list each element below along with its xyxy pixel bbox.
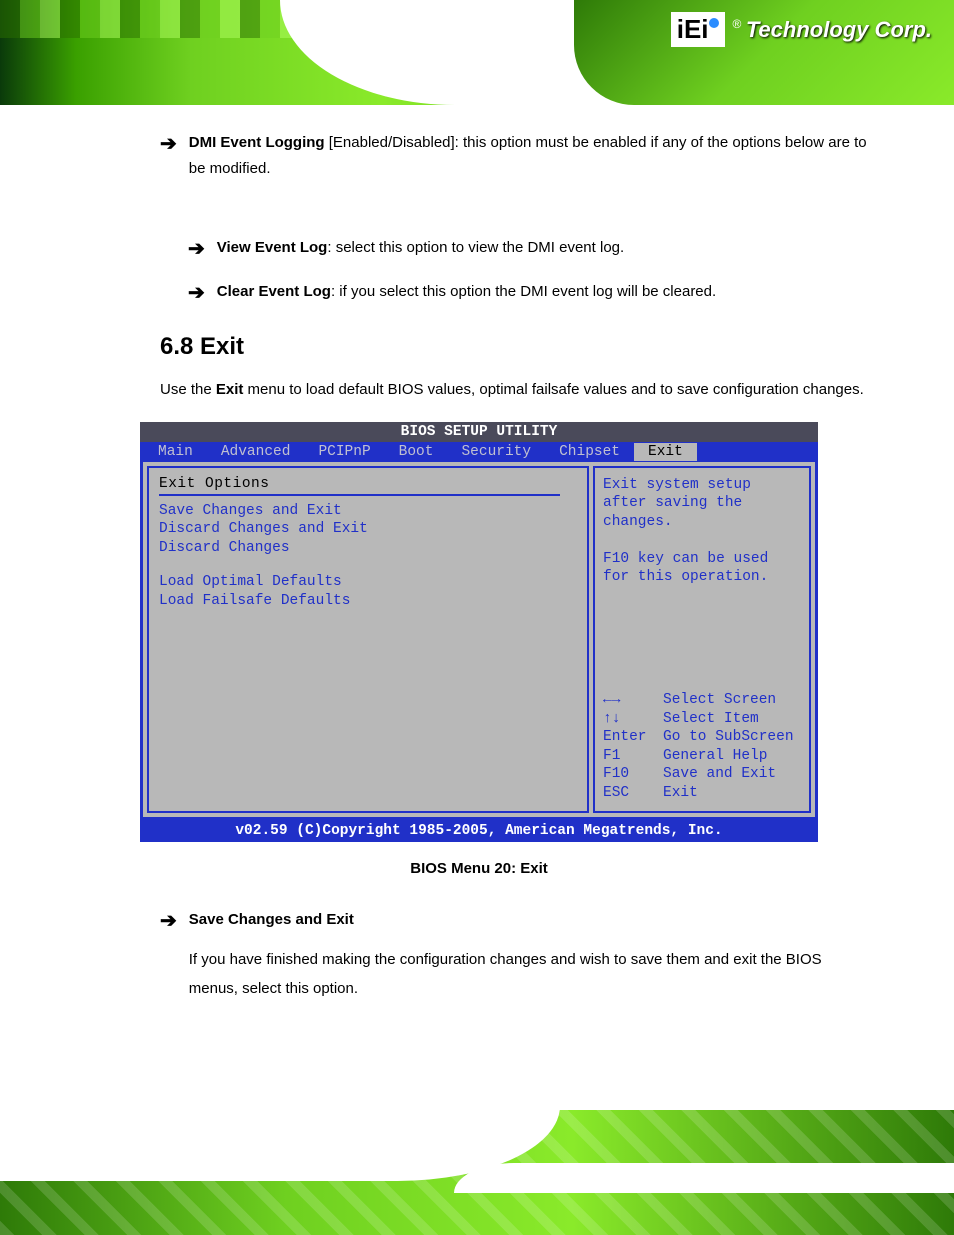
arrow-icon: ➔ [188, 235, 205, 263]
bullet-desc: : if you select this option the DMI even… [331, 283, 716, 300]
bios-body: Exit Options Save Changes and Exit Disca… [140, 462, 818, 820]
bullet-title: Clear Event Log [217, 283, 331, 300]
arrow-icon: ➔ [160, 907, 177, 935]
bios-help-text: Exit system setup after saving the chang… [603, 476, 801, 587]
bullet-desc: If you have finished making the configur… [189, 946, 874, 1003]
bios-nav-help: ←→Select Screen ↑↓Select Item EnterGo to… [603, 691, 801, 802]
brand-name: Technology Corp. [746, 17, 932, 42]
logo-mark: iEi [671, 12, 725, 47]
bios-left-pane: Exit Options Save Changes and Exit Disca… [147, 466, 589, 813]
registered-mark: ® [733, 17, 742, 31]
page-content: ➔ DMI Event Logging [Enabled/Disabled]: … [160, 130, 874, 1011]
bios-item-discard-exit[interactable]: Discard Changes and Exit [159, 520, 577, 539]
bios-item-discard[interactable]: Discard Changes [159, 539, 577, 558]
bios-item-optimal[interactable]: Load Optimal Defaults [159, 573, 577, 592]
bios-tab-boot[interactable]: Boot [385, 443, 448, 461]
bios-tab-pcipnp[interactable]: PCIPnP [304, 443, 384, 461]
bullet-view-event-log: ➔ View Event Log: select this option to … [188, 235, 874, 263]
bios-right-pane: Exit system setup after saving the chang… [593, 466, 811, 813]
bios-tab-exit[interactable]: Exit [634, 443, 697, 461]
section-heading: 6.8 Exit [160, 333, 874, 361]
bios-divider [159, 494, 560, 496]
bullet-title: Save Changes and Exit [189, 911, 354, 928]
bios-item-save-exit[interactable]: Save Changes and Exit [159, 502, 577, 521]
bios-tab-security[interactable]: Security [447, 443, 545, 461]
bullet-save-changes-exit: ➔ Save Changes and Exit If you have fini… [160, 907, 874, 1004]
bullet-title: DMI Event Logging [189, 134, 325, 151]
bullet-clear-event-log: ➔ Clear Event Log: if you select this op… [188, 279, 874, 307]
page-number: Page 157 [840, 1169, 900, 1185]
figure-caption: BIOS Menu 20: Exit [140, 860, 818, 877]
bios-title: BIOS SETUP UTILITY [140, 422, 818, 442]
bullet-desc: : select this option to view the DMI eve… [327, 239, 624, 256]
bullet-dmi-logging: ➔ DMI Event Logging [Enabled/Disabled]: … [160, 130, 874, 181]
bios-screenshot: BIOS SETUP UTILITY Main Advanced PCIPnP … [140, 422, 818, 842]
bios-tab-main[interactable]: Main [144, 443, 207, 461]
arrow-icon: ➔ [188, 279, 205, 307]
footer-band [0, 1110, 954, 1235]
bios-tab-advanced[interactable]: Advanced [207, 443, 305, 461]
bios-left-title: Exit Options [159, 476, 577, 494]
bios-item-failsafe[interactable]: Load Failsafe Defaults [159, 592, 577, 611]
section-sub: Use the Exit menu to load default BIOS v… [160, 379, 874, 402]
logo-area: iEi ® Technology Corp. [671, 12, 932, 47]
arrow-icon: ➔ [160, 130, 177, 158]
bios-tab-chipset[interactable]: Chipset [545, 443, 634, 461]
bullet-title: View Event Log [217, 239, 328, 256]
bios-footer: v02.59 (C)Copyright 1985-2005, American … [140, 820, 818, 842]
bios-tabs: Main Advanced PCIPnP Boot Security Chips… [140, 442, 818, 462]
